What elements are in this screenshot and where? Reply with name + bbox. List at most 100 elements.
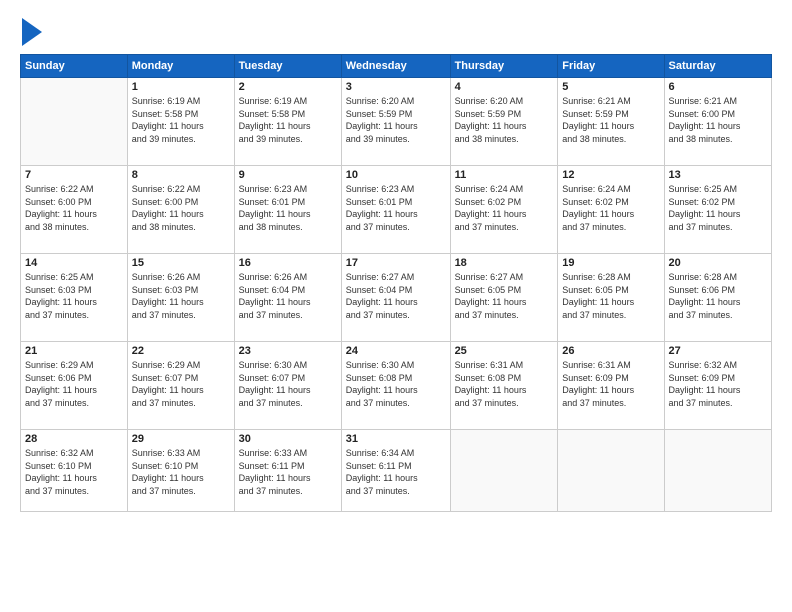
day-number: 1 xyxy=(132,81,230,93)
calendar-cell: 3 Sunrise: 6:20 AM Sunset: 5:59 PM Daylig… xyxy=(341,78,450,166)
calendar-cell: 15Sunrise: 6:26 AM Sunset: 6:03 PM Dayli… xyxy=(127,254,234,342)
day-number: 3 xyxy=(346,81,446,93)
day-number: 11 xyxy=(455,169,554,181)
day-number: 21 xyxy=(25,345,123,357)
day-info: Sunrise: 6:22 AM Sunset: 6:00 PM Dayligh… xyxy=(25,183,123,233)
calendar-cell: 7Sunrise: 6:22 AM Sunset: 6:00 PM Daylig… xyxy=(21,166,128,254)
day-number: 19 xyxy=(562,257,659,269)
calendar-cell: 30Sunrise: 6:33 AM Sunset: 6:11 PM Dayli… xyxy=(234,430,341,512)
day-number: 14 xyxy=(25,257,123,269)
day-number: 4 xyxy=(455,81,554,93)
calendar-cell: 17 Sunrise: 6:27 AM Sunset: 6:04 PM Dayli… xyxy=(341,254,450,342)
calendar-cell: 16 Sunrise: 6:26 AM Sunset: 6:04 PM Dayli… xyxy=(234,254,341,342)
day-info: Sunrise: 6:23 AM Sunset: 6:01 PM Dayligh… xyxy=(346,183,446,233)
day-info: Sunrise: 6:25 AM Sunset: 6:02 PM Dayligh… xyxy=(669,183,767,233)
day-number: 16 xyxy=(239,257,337,269)
day-info: Sunrise: 6:27 AM Sunset: 6:05 PM Dayligh… xyxy=(455,271,554,321)
day-number: 18 xyxy=(455,257,554,269)
weekday-header-monday: Monday xyxy=(127,55,234,78)
calendar-week-row: 1 Sunrise: 6:19 AM Sunset: 5:58 PM Daylig… xyxy=(21,78,772,166)
weekday-header-sunday: Sunday xyxy=(21,55,128,78)
calendar-cell: 24 Sunrise: 6:30 AM Sunset: 6:08 PM Dayli… xyxy=(341,342,450,430)
day-info: Sunrise: 6:29 AM Sunset: 6:07 PM Dayligh… xyxy=(132,359,230,409)
day-info: Sunrise: 6:30 AM Sunset: 6:07 PM Dayligh… xyxy=(239,359,337,409)
calendar-table: SundayMondayTuesdayWednesdayThursdayFrid… xyxy=(20,54,772,512)
day-number: 12 xyxy=(562,169,659,181)
calendar-week-row: 28 Sunrise: 6:32 AM Sunset: 6:10 PM Dayli… xyxy=(21,430,772,512)
day-info: Sunrise: 6:20 AM Sunset: 5:59 PM Dayligh… xyxy=(455,95,554,145)
calendar-cell: 23 Sunrise: 6:30 AM Sunset: 6:07 PM Dayli… xyxy=(234,342,341,430)
day-info: Sunrise: 6:23 AM Sunset: 6:01 PM Dayligh… xyxy=(239,183,337,233)
day-info: Sunrise: 6:20 AM Sunset: 5:59 PM Dayligh… xyxy=(346,95,446,145)
day-info: Sunrise: 6:19 AM Sunset: 5:58 PM Dayligh… xyxy=(239,95,337,145)
day-number: 10 xyxy=(346,169,446,181)
calendar-week-row: 14 Sunrise: 6:25 AM Sunset: 6:03 PM Dayli… xyxy=(21,254,772,342)
calendar-cell xyxy=(21,78,128,166)
calendar-week-row: 7Sunrise: 6:22 AM Sunset: 6:00 PM Daylig… xyxy=(21,166,772,254)
calendar-cell: 10 Sunrise: 6:23 AM Sunset: 6:01 PM Dayli… xyxy=(341,166,450,254)
calendar-cell: 26Sunrise: 6:31 AM Sunset: 6:09 PM Dayli… xyxy=(558,342,664,430)
calendar-cell xyxy=(558,430,664,512)
day-info: Sunrise: 6:26 AM Sunset: 6:04 PM Dayligh… xyxy=(239,271,337,321)
day-info: Sunrise: 6:21 AM Sunset: 6:00 PM Dayligh… xyxy=(669,95,767,145)
day-info: Sunrise: 6:28 AM Sunset: 6:05 PM Dayligh… xyxy=(562,271,659,321)
calendar-cell: 20 Sunrise: 6:28 AM Sunset: 6:06 PM Dayli… xyxy=(664,254,771,342)
day-info: Sunrise: 6:32 AM Sunset: 6:09 PM Dayligh… xyxy=(669,359,767,409)
day-number: 20 xyxy=(669,257,767,269)
day-number: 8 xyxy=(132,169,230,181)
calendar-cell: 12 Sunrise: 6:24 AM Sunset: 6:02 PM Dayli… xyxy=(558,166,664,254)
day-info: Sunrise: 6:31 AM Sunset: 6:09 PM Dayligh… xyxy=(562,359,659,409)
weekday-header-row: SundayMondayTuesdayWednesdayThursdayFrid… xyxy=(21,55,772,78)
calendar-week-row: 21 Sunrise: 6:29 AM Sunset: 6:06 PM Dayli… xyxy=(21,342,772,430)
logo-icon xyxy=(22,18,42,46)
calendar-cell: 27 Sunrise: 6:32 AM Sunset: 6:09 PM Dayli… xyxy=(664,342,771,430)
day-number: 24 xyxy=(346,345,446,357)
day-number: 23 xyxy=(239,345,337,357)
calendar-cell: 5Sunrise: 6:21 AM Sunset: 5:59 PM Daylig… xyxy=(558,78,664,166)
calendar-cell: 28 Sunrise: 6:32 AM Sunset: 6:10 PM Dayli… xyxy=(21,430,128,512)
calendar-cell: 29Sunrise: 6:33 AM Sunset: 6:10 PM Dayli… xyxy=(127,430,234,512)
calendar-cell: 13 Sunrise: 6:25 AM Sunset: 6:02 PM Dayli… xyxy=(664,166,771,254)
day-info: Sunrise: 6:30 AM Sunset: 6:08 PM Dayligh… xyxy=(346,359,446,409)
day-info: Sunrise: 6:25 AM Sunset: 6:03 PM Dayligh… xyxy=(25,271,123,321)
weekday-header-tuesday: Tuesday xyxy=(234,55,341,78)
weekday-header-wednesday: Wednesday xyxy=(341,55,450,78)
day-info: Sunrise: 6:33 AM Sunset: 6:11 PM Dayligh… xyxy=(239,447,337,497)
weekday-header-thursday: Thursday xyxy=(450,55,558,78)
calendar-cell: 25Sunrise: 6:31 AM Sunset: 6:08 PM Dayli… xyxy=(450,342,558,430)
day-number: 13 xyxy=(669,169,767,181)
day-info: Sunrise: 6:21 AM Sunset: 5:59 PM Dayligh… xyxy=(562,95,659,145)
day-number: 9 xyxy=(239,169,337,181)
day-info: Sunrise: 6:24 AM Sunset: 6:02 PM Dayligh… xyxy=(562,183,659,233)
day-info: Sunrise: 6:32 AM Sunset: 6:10 PM Dayligh… xyxy=(25,447,123,497)
day-number: 31 xyxy=(346,433,446,445)
calendar-cell: 21 Sunrise: 6:29 AM Sunset: 6:06 PM Dayli… xyxy=(21,342,128,430)
day-number: 2 xyxy=(239,81,337,93)
calendar-cell: 6 Sunrise: 6:21 AM Sunset: 6:00 PM Daylig… xyxy=(664,78,771,166)
calendar-cell: 2 Sunrise: 6:19 AM Sunset: 5:58 PM Daylig… xyxy=(234,78,341,166)
calendar-cell: 22 Sunrise: 6:29 AM Sunset: 6:07 PM Dayli… xyxy=(127,342,234,430)
calendar-cell: 8 Sunrise: 6:22 AM Sunset: 6:00 PM Daylig… xyxy=(127,166,234,254)
day-number: 17 xyxy=(346,257,446,269)
weekday-header-saturday: Saturday xyxy=(664,55,771,78)
day-info: Sunrise: 6:28 AM Sunset: 6:06 PM Dayligh… xyxy=(669,271,767,321)
calendar-cell xyxy=(664,430,771,512)
day-number: 6 xyxy=(669,81,767,93)
calendar-cell: 18 Sunrise: 6:27 AM Sunset: 6:05 PM Dayli… xyxy=(450,254,558,342)
calendar-cell: 19 Sunrise: 6:28 AM Sunset: 6:05 PM Dayli… xyxy=(558,254,664,342)
day-number: 28 xyxy=(25,433,123,445)
calendar-cell xyxy=(450,430,558,512)
day-number: 22 xyxy=(132,345,230,357)
calendar-cell: 4 Sunrise: 6:20 AM Sunset: 5:59 PM Daylig… xyxy=(450,78,558,166)
weekday-header-friday: Friday xyxy=(558,55,664,78)
day-info: Sunrise: 6:27 AM Sunset: 6:04 PM Dayligh… xyxy=(346,271,446,321)
day-info: Sunrise: 6:22 AM Sunset: 6:00 PM Dayligh… xyxy=(132,183,230,233)
day-number: 27 xyxy=(669,345,767,357)
calendar-cell: 9 Sunrise: 6:23 AM Sunset: 6:01 PM Daylig… xyxy=(234,166,341,254)
day-info: Sunrise: 6:33 AM Sunset: 6:10 PM Dayligh… xyxy=(132,447,230,497)
day-info: Sunrise: 6:29 AM Sunset: 6:06 PM Dayligh… xyxy=(25,359,123,409)
day-info: Sunrise: 6:19 AM Sunset: 5:58 PM Dayligh… xyxy=(132,95,230,145)
day-number: 25 xyxy=(455,345,554,357)
calendar-cell: 31Sunrise: 6:34 AM Sunset: 6:11 PM Dayli… xyxy=(341,430,450,512)
calendar-cell: 11Sunrise: 6:24 AM Sunset: 6:02 PM Dayli… xyxy=(450,166,558,254)
